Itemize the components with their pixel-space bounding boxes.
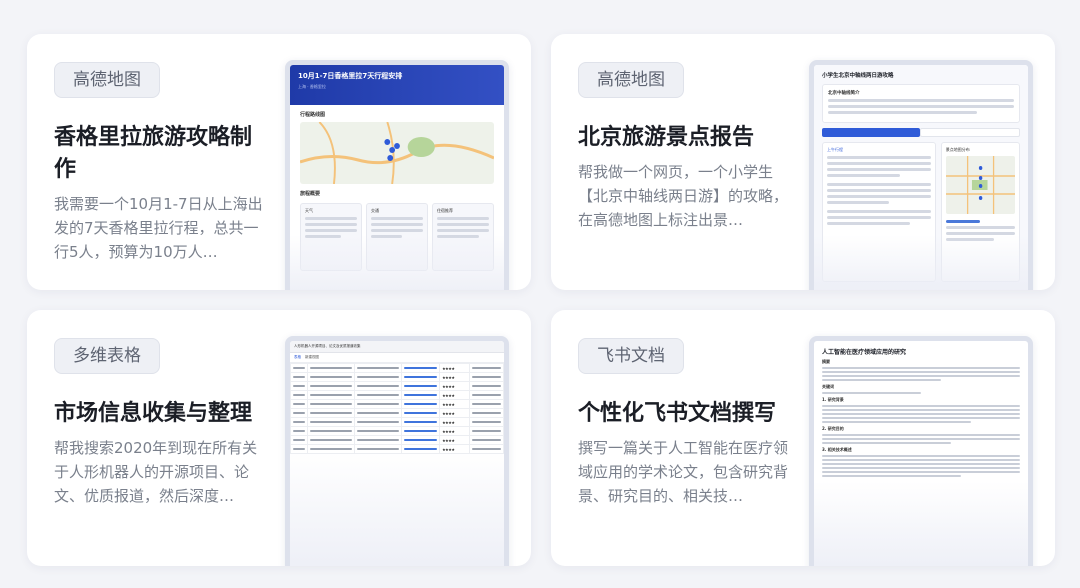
preview-thumbnail: 10月1-7日香格里拉7天行程安排 上海 · 香格里拉 行程路线图 旅程概要 天… bbox=[285, 60, 509, 290]
attraction-map-graphic bbox=[945, 156, 1015, 214]
category-tag: 高德地图 bbox=[54, 62, 160, 98]
template-card-beijing[interactable]: 高德地图 北京旅游景点报告 帮我做一个网页，一个小学生【北京中轴线两日游】的攻略… bbox=[551, 34, 1055, 290]
preview-thumbnail: 人形机器人开源项目、论文及优质报道收集 表格 新建视图 ★★★★ ★★★★ ★★… bbox=[285, 336, 509, 566]
category-tag: 飞书文档 bbox=[578, 338, 684, 374]
route-map-graphic bbox=[300, 122, 494, 184]
template-card-shangri-la[interactable]: 高德地图 香格里拉旅游攻略制作 我需要一个10月1-7日从上海出发的7天香格里拉… bbox=[27, 34, 531, 290]
category-tag: 高德地图 bbox=[578, 62, 684, 98]
doc-title: 人工智能在医疗领域应用的研究 bbox=[822, 349, 907, 356]
card-title: 个性化飞书文档撰写 bbox=[578, 401, 777, 426]
preview-thumbnail: 人工智能在医疗领域应用的研究 摘要 关键词 1. 研究背景 2. 研究目的 3.… bbox=[809, 336, 1033, 566]
overview-label: 旅程概要 bbox=[300, 191, 321, 197]
preview-section-label: 行程路线图 bbox=[300, 112, 326, 118]
card-description: 帮我搜索2020年到现在所有关于人形机器人的开源项目、论文、优质报道，然后深度… bbox=[54, 439, 258, 505]
card-title: 北京旅游景点报告 bbox=[578, 125, 755, 150]
tab-day-one bbox=[822, 128, 920, 137]
preview-thumbnail: 小学生北京中轴线两日游攻略 北京中轴线简介 上午行程 景点地图分布 bbox=[809, 60, 1033, 290]
day-tabs bbox=[822, 128, 1020, 137]
tab-day-two bbox=[920, 128, 1020, 137]
template-card-feishu-doc[interactable]: 飞书文档 个性化飞书文档撰写 撰写一篇关于人工智能在医疗领域应用的学术论文，包含… bbox=[551, 310, 1055, 566]
card-description: 我需要一个10月1-7日从上海出发的7天香格里拉行程，总共一行5人，预算为10万… bbox=[54, 195, 263, 261]
category-tag: 多维表格 bbox=[54, 338, 160, 374]
template-card-market-research[interactable]: 多维表格 市场信息收集与整理 帮我搜索2020年到现在所有关于人形机器人的开源项… bbox=[27, 310, 531, 566]
sheet-toolbar: 表格 新建视图 bbox=[290, 353, 504, 363]
card-description: 撰写一篇关于人工智能在医疗领域应用的学术论文，包含研究背景、研究目的、相关技… bbox=[578, 439, 789, 505]
card-title: 香格里拉旅游攻略制作 bbox=[54, 125, 253, 182]
sheet-title-bar: 人形机器人开源项目、论文及优质报道收集 bbox=[290, 341, 504, 353]
preview-header: 10月1-7日香格里拉7天行程安排 上海 · 香格里拉 bbox=[290, 65, 504, 105]
route-map bbox=[300, 122, 494, 184]
sheet-grid: ★★★★ ★★★★ ★★★★ ★★★★ ★★★★ ★★★★ ★★★★ ★★★★ … bbox=[290, 363, 504, 454]
card-title: 市场信息收集与整理 bbox=[54, 401, 253, 426]
preview-title: 小学生北京中轴线两日游攻略 bbox=[822, 73, 894, 79]
intro-panel: 北京中轴线简介 bbox=[822, 84, 1020, 123]
preview-title: 10月1-7日香格里拉7天行程安排 bbox=[298, 72, 403, 80]
card-description: 帮我做一个网页，一个小学生【北京中轴线两日游】的攻略，在高德地图上标注出景… bbox=[578, 163, 789, 229]
preview-subtitle: 上海 · 香格里拉 bbox=[298, 84, 326, 89]
attraction-map bbox=[945, 156, 1015, 214]
